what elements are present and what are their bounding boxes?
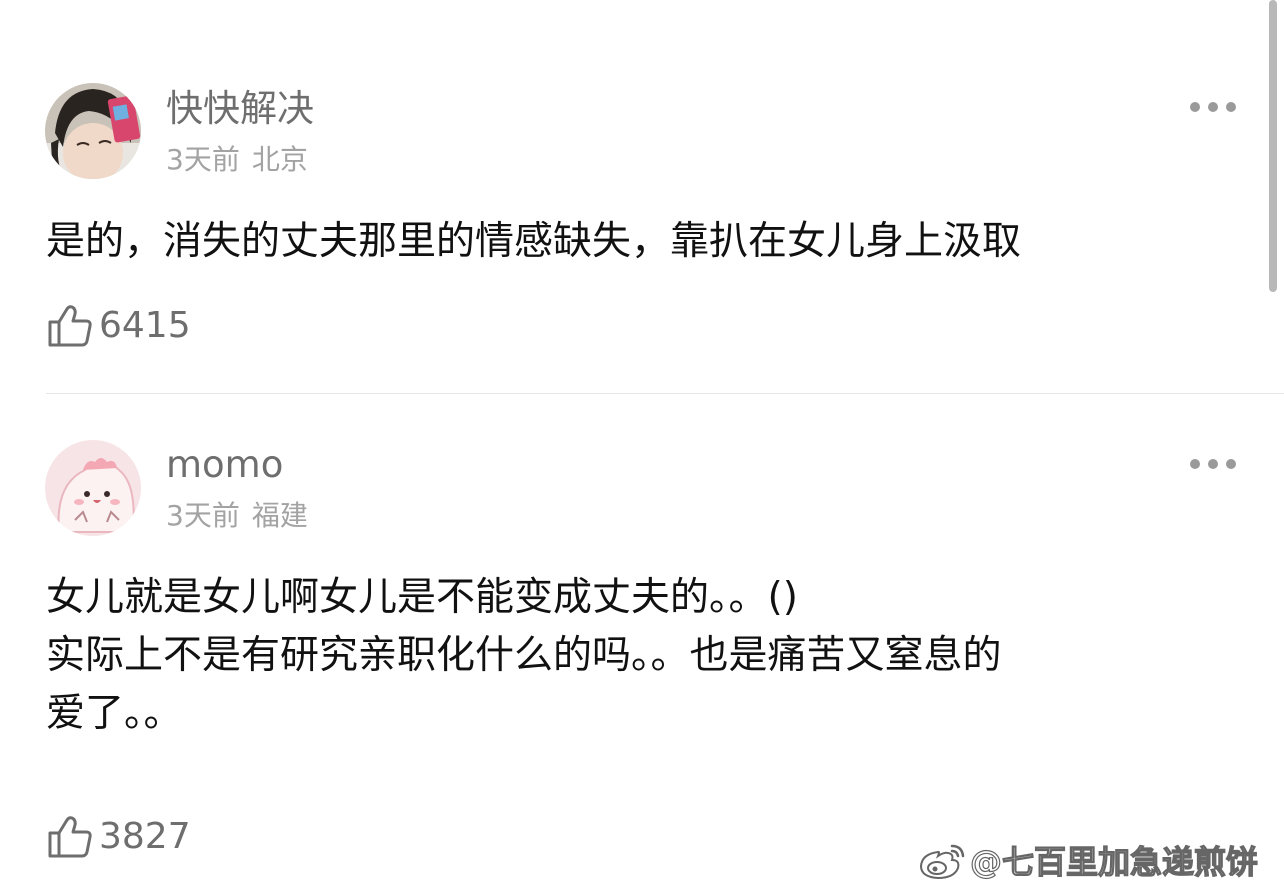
comment-text: 是的，消失的丈夫那里的情感缺失，靠扒在女儿身上汲取 <box>46 219 1022 264</box>
user-avatar[interactable] <box>45 440 141 536</box>
photo-avatar-icon <box>45 83 141 179</box>
thumbs-up-icon <box>48 305 92 347</box>
like-button[interactable]: 6415 <box>47 304 191 348</box>
more-options-icon[interactable] <box>1190 100 1236 114</box>
comment-time: 3天前 <box>166 499 240 532</box>
username[interactable]: 快快解决 <box>166 87 314 131</box>
watermark: @七百里加急递煎饼 <box>918 838 1259 882</box>
thumbs-up-icon <box>48 816 92 858</box>
cartoon-avatar-icon <box>45 440 141 536</box>
weibo-logo-icon <box>919 844 965 880</box>
comment-location: 福建 <box>251 499 308 532</box>
comment-location: 北京 <box>251 143 308 176</box>
scrollbar[interactable] <box>1269 0 1277 292</box>
more-options-icon[interactable] <box>1190 457 1236 471</box>
like-button[interactable]: 3827 <box>47 815 191 859</box>
comment-divider <box>46 393 1284 394</box>
like-count: 3827 <box>99 816 191 857</box>
user-avatar[interactable] <box>45 83 141 179</box>
comment-meta: 3天前 福建 <box>166 499 308 533</box>
comment-text: 女儿就是女儿啊女儿是不能变成丈夫的。。() 实际上不是有研究亲职化什么的吗。。也… <box>46 575 1002 736</box>
like-count: 6415 <box>99 305 191 346</box>
comment-meta: 3天前 北京 <box>166 143 308 177</box>
username[interactable]: momo <box>166 443 283 487</box>
watermark-text: @七百里加急递煎饼 <box>969 842 1259 881</box>
comment-time: 3天前 <box>166 143 240 176</box>
